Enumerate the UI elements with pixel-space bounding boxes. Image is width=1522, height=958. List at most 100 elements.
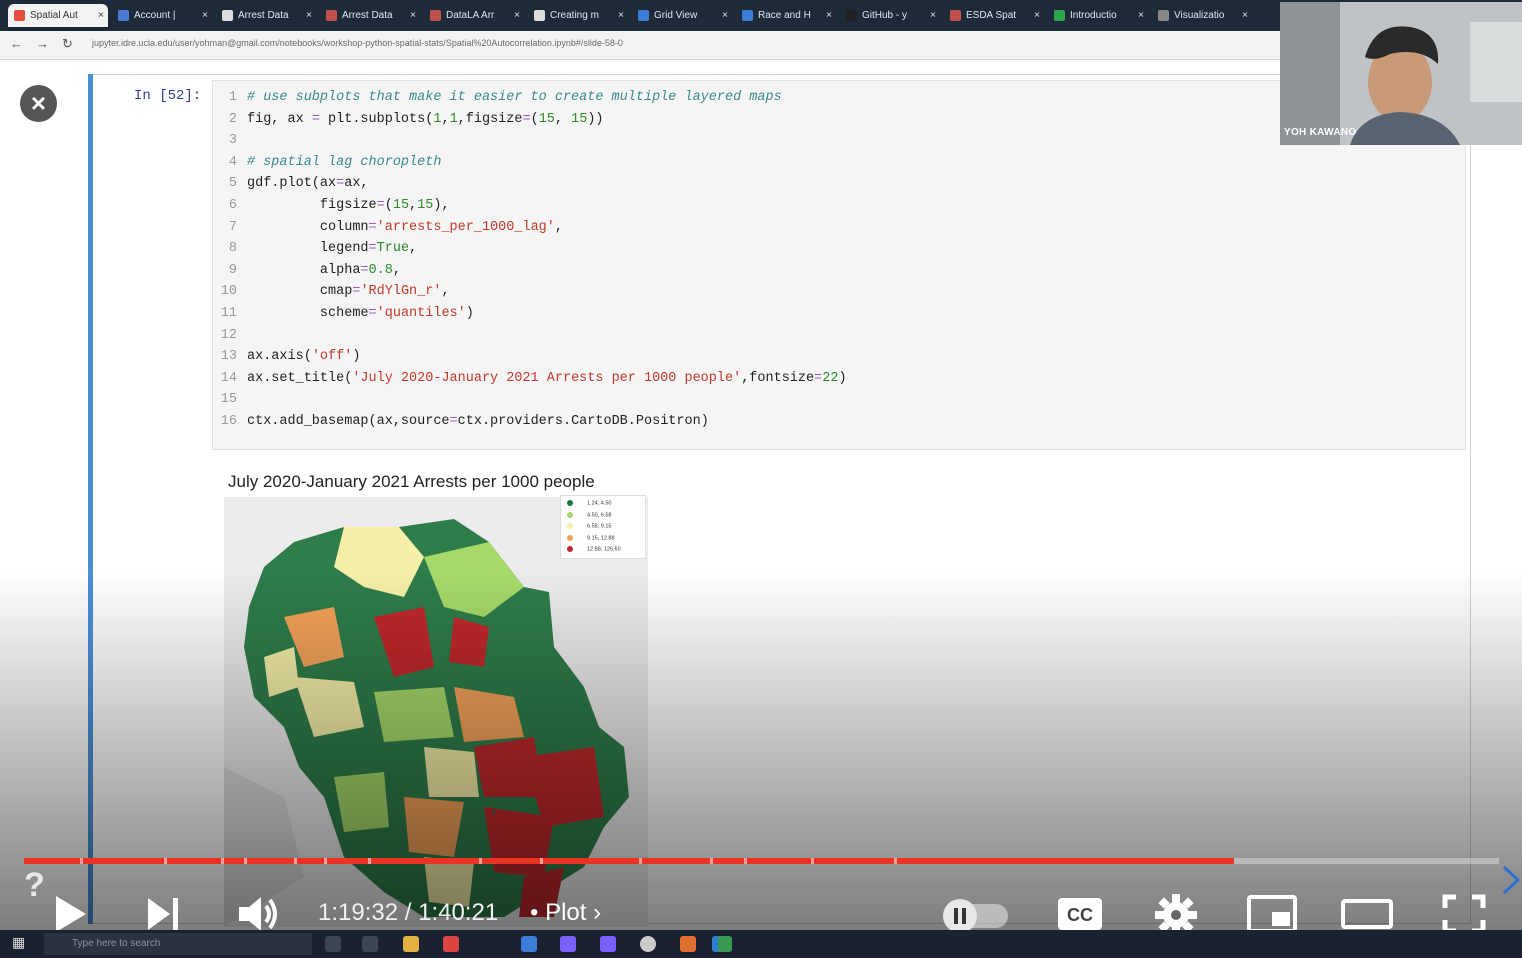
browser-tab[interactable]: Account | × <box>112 4 212 27</box>
chapter-label: Plot <box>545 899 587 926</box>
browser-tab[interactable]: Arrest Data × <box>320 4 420 27</box>
legend-label: 6.58, 9.15 <box>587 523 612 530</box>
progress-played <box>24 858 1234 864</box>
tab-label: Arrest Data <box>342 10 393 21</box>
task-view-icon[interactable] <box>325 936 341 952</box>
browser-tab[interactable]: Grid View × <box>632 4 732 27</box>
volume-icon[interactable] <box>237 894 281 934</box>
app-icon[interactable] <box>718 936 732 952</box>
close-icon[interactable]: × <box>20 85 57 122</box>
code-text: ax.set_title('July 2020-January 2021 Arr… <box>247 370 847 386</box>
tab-close-icon[interactable]: × <box>98 4 104 27</box>
tab-label: Spatial Aut <box>30 10 78 21</box>
app-icon[interactable] <box>521 936 537 952</box>
tab-favicon <box>118 10 129 21</box>
app-icon[interactable] <box>560 936 576 952</box>
code-text: column='arrests_per_1000_lag', <box>247 219 563 235</box>
tab-close-icon[interactable]: × <box>618 4 624 27</box>
progress-bar[interactable] <box>24 858 1499 864</box>
webcam-overlay: YOH KAWANO <box>1280 2 1522 145</box>
tab-label: ESDA Spat <box>966 10 1017 21</box>
back-icon[interactable]: ← <box>10 36 23 51</box>
tab-close-icon[interactable]: × <box>826 4 832 27</box>
code-text: figsize=(15,15), <box>247 198 450 213</box>
chapter-marker <box>294 858 297 864</box>
line-number: 2 <box>228 111 237 127</box>
browser-tab[interactable]: Spatial Aut × <box>8 4 108 27</box>
browser-tab[interactable]: Creating m × <box>528 4 628 27</box>
browser-tab[interactable]: Visualizatio × <box>1152 4 1252 27</box>
tab-close-icon[interactable]: × <box>1034 4 1040 27</box>
tab-close-icon[interactable]: × <box>306 4 312 27</box>
tab-label: Arrest Data <box>238 10 289 21</box>
tab-favicon <box>950 10 961 21</box>
app-icon[interactable] <box>680 936 696 952</box>
legend-label: 4.50, 6.58 <box>587 511 612 518</box>
tab-label: Visualizatio <box>1174 10 1225 21</box>
taskbar-search[interactable]: Type here to search <box>44 933 312 955</box>
chapter-marker <box>368 858 371 864</box>
file-explorer-icon[interactable] <box>403 936 419 952</box>
legend-label: 12.88, 126.60 <box>587 546 621 553</box>
legend-swatch <box>567 546 573 552</box>
captions-label: CC <box>1067 905 1093 925</box>
autoplay-toggle[interactable] <box>940 898 1010 934</box>
tab-favicon <box>846 10 857 21</box>
code-text: cmap='RdYlGn_r', <box>247 284 450 300</box>
windows-start-icon[interactable]: ▦ <box>12 934 28 950</box>
app-icon[interactable] <box>443 936 459 952</box>
chapter-marker <box>324 858 327 864</box>
slide-next-icon[interactable] <box>1500 864 1522 896</box>
line-number: 5 <box>228 176 237 192</box>
chrome-icon[interactable] <box>640 936 656 952</box>
tab-label: Creating m <box>550 10 599 21</box>
chapter-marker <box>80 858 83 864</box>
os-taskbar: ▦ Type here to search <box>0 930 1522 958</box>
tab-favicon <box>742 10 753 21</box>
line-number: 14 <box>220 370 237 386</box>
chapter-marker <box>894 858 897 864</box>
chapter-marker <box>639 858 642 864</box>
next-icon[interactable] <box>144 896 182 932</box>
widgets-icon[interactable] <box>362 936 378 952</box>
reload-icon[interactable]: ↻ <box>62 36 73 52</box>
tab-favicon <box>430 10 441 21</box>
tab-close-icon[interactable]: × <box>1138 4 1144 27</box>
line-number: 16 <box>220 414 237 429</box>
code-text: # spatial lag choropleth <box>247 154 442 170</box>
tab-close-icon[interactable]: × <box>722 4 728 27</box>
browser-tab[interactable]: Introductio × <box>1048 4 1148 27</box>
browser-tab[interactable]: DataLA Arr × <box>424 4 524 27</box>
browser-tab[interactable]: ESDA Spat × <box>944 4 1044 27</box>
chapter-marker <box>744 858 747 864</box>
browser-tab[interactable]: Arrest Data × <box>216 4 316 27</box>
miniplayer-icon[interactable] <box>1246 894 1298 934</box>
app-icon[interactable] <box>600 936 616 952</box>
tab-close-icon[interactable]: × <box>202 4 208 27</box>
tab-close-icon[interactable]: × <box>514 4 520 27</box>
line-number: 11 <box>220 306 237 321</box>
browser-tab[interactable]: Race and H × <box>736 4 836 27</box>
chapter-title[interactable]: • Plot › <box>530 899 601 927</box>
tab-close-icon[interactable]: × <box>410 4 416 27</box>
chevron-right-icon: › <box>593 899 602 926</box>
captions-icon[interactable]: CC <box>1056 894 1104 934</box>
code-text: ax.axis('off') <box>247 349 361 365</box>
tab-label: Introductio <box>1070 10 1117 21</box>
legend-entry: 1.24, 4.50 <box>567 500 611 512</box>
tab-label: DataLA Arr <box>446 10 495 21</box>
line-number: 12 <box>220 327 237 343</box>
tab-label: GitHub - y <box>862 10 908 21</box>
legend-swatch <box>567 511 573 518</box>
browser-tab[interactable]: GitHub - y × <box>840 4 940 27</box>
url-field[interactable]: jupyter.idre.ucla.edu/user/yohman@gmail.… <box>92 38 623 48</box>
forward-icon[interactable]: → <box>36 36 49 51</box>
play-icon[interactable] <box>52 894 88 934</box>
tab-close-icon[interactable]: × <box>1242 4 1248 27</box>
legend-entry: 9.15, 12.88 <box>567 534 615 547</box>
code-editor[interactable]: 1 # use subplots that make it easier to c… <box>212 80 1466 450</box>
theater-mode-icon[interactable] <box>1340 894 1394 934</box>
fullscreen-icon[interactable] <box>1442 894 1486 934</box>
tab-close-icon[interactable]: × <box>930 4 936 27</box>
legend-swatch <box>567 534 573 541</box>
